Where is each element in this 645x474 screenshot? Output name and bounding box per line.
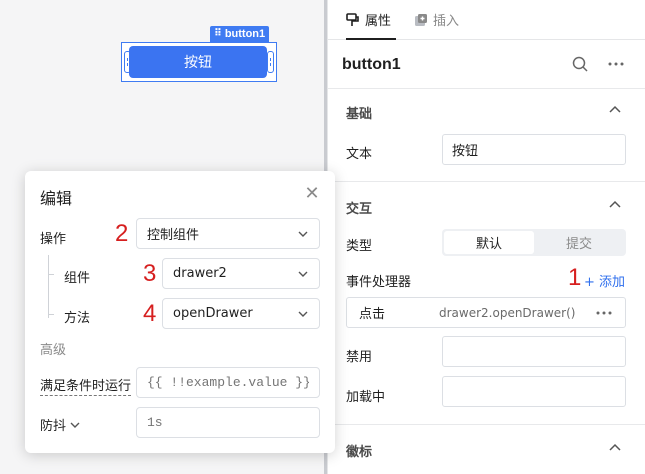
action-label: 操作 — [40, 232, 67, 247]
tab-insert[interactable]: 插入 — [414, 10, 459, 29]
search-icon[interactable] — [571, 55, 589, 73]
annotation-marker: 1 — [568, 264, 582, 291]
event-handler-row[interactable]: 点击 drawer2.openDrawer() — [346, 297, 626, 328]
tree-connector — [48, 274, 54, 275]
method-select[interactable]: openDrawer — [162, 298, 320, 329]
selection-tag[interactable]: ⠿ button1 — [210, 26, 270, 42]
event-handlers-label: 事件处理器 — [346, 275, 412, 290]
section-basic-title: 基础 — [346, 107, 373, 122]
divider — [328, 88, 645, 89]
chevron-up-icon[interactable] — [608, 441, 622, 455]
component-select-value: drawer2 — [173, 266, 227, 281]
chevron-down-icon — [298, 271, 308, 277]
text-input[interactable]: 按钮 — [442, 134, 626, 165]
type-label: 类型 — [346, 239, 373, 254]
debounce-toggle[interactable]: 防抖 — [40, 415, 81, 434]
close-icon[interactable]: ✕ — [303, 184, 321, 202]
component-label: 组件 — [64, 271, 91, 286]
more-icon[interactable] — [595, 304, 613, 322]
section-badge-title: 徽标 — [346, 445, 373, 460]
action-select-value: 控制组件 — [147, 228, 200, 243]
tree-connector — [48, 255, 49, 318]
panel-tabs: 属性 插入 — [328, 0, 645, 40]
tab-properties[interactable]: 属性 — [346, 10, 391, 29]
component-name: button1 — [342, 56, 401, 73]
annotation-marker: 3 — [143, 260, 157, 287]
section-interaction-title: 交互 — [346, 202, 373, 217]
tree-connector — [48, 314, 54, 315]
component-select[interactable]: drawer2 — [162, 258, 320, 289]
brush-icon — [346, 12, 359, 26]
tab-properties-label: 属性 — [365, 14, 392, 29]
more-icon[interactable] — [607, 55, 625, 73]
active-tab-indicator — [346, 38, 396, 40]
type-option-submit[interactable]: 提交 — [534, 231, 624, 254]
canvas-button[interactable]: 按钮 — [129, 46, 267, 78]
loading-input[interactable] — [442, 376, 626, 407]
chevron-down-icon — [70, 422, 80, 428]
condition-label: 满足条件时运行 — [40, 375, 132, 396]
add-event-handler-button[interactable]: + 添加 — [584, 271, 625, 290]
method-select-value: openDrawer — [173, 306, 253, 321]
properties-panel: 属性 插入 button1 基础 文本 按钮 交互 类型 默认 提交 事件处理器… — [327, 0, 645, 474]
disabled-input[interactable] — [442, 336, 626, 367]
advanced-section-title: 高级 — [40, 343, 67, 358]
debounce-input[interactable] — [136, 407, 320, 438]
type-option-default[interactable]: 默认 — [444, 231, 534, 254]
popover-title: 编辑 — [40, 189, 73, 208]
method-label: 方法 — [64, 311, 91, 326]
drag-handle-icon[interactable]: ⠿ — [214, 26, 222, 42]
disabled-label: 禁用 — [346, 350, 373, 365]
edit-event-popover: 编辑 ✕ 操作 2 控制组件 组件 3 drawer2 方法 4 openDra… — [25, 171, 335, 453]
text-label: 文本 — [346, 147, 373, 162]
event-action: drawer2.openDrawer() — [439, 305, 576, 320]
divider — [328, 181, 645, 182]
debounce-label: 防抖 — [40, 419, 67, 434]
event-trigger: 点击 — [359, 307, 386, 322]
chevron-up-icon[interactable] — [608, 198, 622, 212]
condition-label-text: 满足条件时运行 — [40, 379, 132, 396]
condition-input[interactable] — [136, 367, 320, 398]
loading-label: 加载中 — [346, 390, 386, 405]
action-select[interactable]: 控制组件 — [136, 218, 320, 249]
divider — [328, 424, 645, 425]
tab-insert-label: 插入 — [433, 14, 460, 29]
selection-tag-label: button1 — [224, 28, 266, 40]
chevron-down-icon — [298, 311, 308, 317]
annotation-marker: 2 — [115, 220, 129, 247]
annotation-marker: 4 — [143, 300, 157, 327]
resize-handle-right[interactable] — [267, 51, 274, 73]
chevron-up-icon[interactable] — [608, 103, 622, 117]
plus-square-icon — [415, 13, 427, 26]
type-segmented-control: 默认 提交 — [442, 229, 626, 256]
chevron-down-icon — [298, 231, 308, 237]
